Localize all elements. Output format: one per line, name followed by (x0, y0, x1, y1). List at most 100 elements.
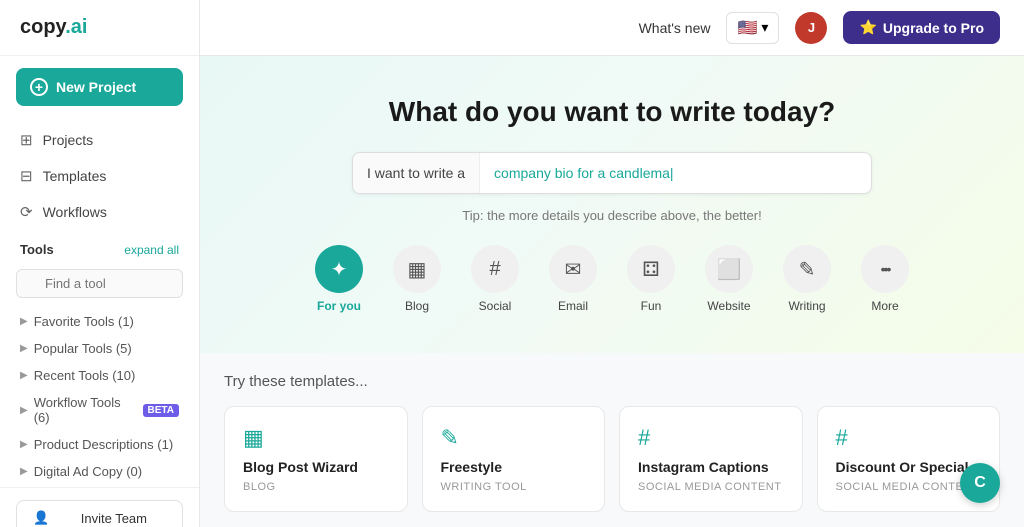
sidebar: copy.ai + New Project ⊞ Projects ⊟ Templ… (0, 0, 200, 527)
whats-new-link[interactable]: What's new (639, 20, 711, 36)
categories-row: ✦ For you ▦ Blog # Social ✉ Email ⚃ (220, 245, 1004, 323)
tool-group-product-label: Product Descriptions (1) (34, 437, 173, 452)
sidebar-bottom: 👤+ Invite Team Members JW Justin's Works… (0, 487, 199, 527)
sidebar-item-templates[interactable]: ⊟ Templates (0, 158, 199, 194)
tool-group-workflow[interactable]: ▶ Workflow Tools (6) BETA (0, 389, 199, 431)
sidebar-nav: ⊞ Projects ⊟ Templates ⟳ Workflows (0, 118, 199, 234)
template-card-instagram[interactable]: # Instagram Captions SOCIAL MEDIA CONTEN… (619, 406, 803, 512)
tool-group-favorite[interactable]: ▶ Favorite Tools (1) (0, 308, 199, 335)
tool-group-product[interactable]: ▶ Product Descriptions (1) (0, 431, 199, 458)
dropdown-chevron-icon: ▾ (761, 19, 768, 36)
website-icon: ⬜ (705, 245, 753, 293)
social-icon: # (471, 245, 519, 293)
invite-icon: 👤+ (31, 510, 52, 527)
logo-area: copy.ai (0, 0, 199, 56)
hero-section: What do you want to write today? I want … (200, 56, 1024, 353)
user-avatar[interactable]: J (795, 12, 827, 44)
category-for-you[interactable]: ✦ For you (314, 245, 364, 313)
templates-section: Try these templates... ▦ Blog Post Wizar… (200, 353, 1024, 527)
tip-text: Tip: the more details you describe above… (220, 208, 1004, 223)
chevron-icon: ▶ (20, 343, 28, 354)
app-logo: copy.ai (20, 16, 87, 39)
tool-group-recent-label: Recent Tools (10) (34, 368, 136, 383)
flag-icon: 🇺🇸 (737, 18, 757, 38)
tool-group-recent[interactable]: ▶ Recent Tools (10) (0, 362, 199, 389)
language-dropdown[interactable]: 🇺🇸 ▾ (726, 12, 779, 44)
template-tag-instagram: SOCIAL MEDIA CONTENT (638, 481, 784, 493)
tool-group-popular-label: Popular Tools (5) (34, 341, 132, 356)
tool-group-workflow-label: Workflow Tools (6) (34, 395, 133, 425)
template-name-instagram: Instagram Captions (638, 459, 784, 475)
new-project-button[interactable]: + New Project (16, 68, 183, 106)
projects-icon: ⊞ (20, 131, 33, 149)
plus-circle-icon: + (30, 78, 48, 96)
topbar: What's new 🇺🇸 ▾ J ⭐ Upgrade to Pro (200, 0, 1024, 56)
chevron-icon: ▶ (20, 370, 28, 381)
for-you-icon: ✦ (315, 245, 363, 293)
sidebar-item-projects[interactable]: ⊞ Projects (0, 122, 199, 158)
more-label: More (871, 299, 898, 313)
write-input-row: I want to write a (352, 152, 872, 194)
content-area: What do you want to write today? I want … (200, 56, 1024, 527)
template-name-blog: Blog Post Wizard (243, 459, 389, 475)
invite-team-button[interactable]: 👤+ Invite Team Members (16, 500, 183, 527)
fun-label: Fun (641, 299, 662, 313)
website-label: Website (707, 299, 750, 313)
templates-icon: ⊟ (20, 167, 33, 185)
projects-label: Projects (43, 132, 94, 148)
templates-label: Templates (43, 168, 107, 184)
hero-title: What do you want to write today? (220, 96, 1004, 128)
category-email[interactable]: ✉ Email (548, 245, 598, 313)
template-card-freestyle[interactable]: ✎ Freestyle WRITING TOOL (422, 406, 606, 512)
social-label: Social (479, 299, 512, 313)
more-icon: ••• (861, 245, 909, 293)
chevron-icon: ▶ (20, 466, 28, 477)
discount-icon: # (836, 425, 982, 451)
freestyle-icon: ✎ (441, 425, 587, 451)
sidebar-item-workflows[interactable]: ⟳ Workflows (0, 194, 199, 230)
chevron-icon: ▶ (20, 405, 28, 416)
user-initials: J (808, 20, 815, 35)
category-fun[interactable]: ⚃ Fun (626, 245, 676, 313)
tool-group-digital-label: Digital Ad Copy (0) (34, 464, 142, 479)
blog-post-wizard-icon: ▦ (243, 425, 389, 451)
write-input[interactable] (480, 153, 871, 193)
category-more[interactable]: ••• More (860, 245, 910, 313)
template-name-freestyle: Freestyle (441, 459, 587, 475)
invite-label: Invite Team Members (60, 511, 168, 527)
category-writing[interactable]: ✎ Writing (782, 245, 832, 313)
blog-label: Blog (405, 299, 429, 313)
category-website[interactable]: ⬜ Website (704, 245, 754, 313)
blog-icon: ▦ (393, 245, 441, 293)
tool-groups: ▶ Favorite Tools (1) ▶ Popular Tools (5)… (0, 306, 199, 487)
upgrade-button[interactable]: ⭐ Upgrade to Pro (843, 11, 1000, 44)
template-name-discount: Discount Or Special... (836, 459, 982, 475)
tool-group-popular[interactable]: ▶ Popular Tools (5) (0, 335, 199, 362)
main-content: What's new 🇺🇸 ▾ J ⭐ Upgrade to Pro What … (200, 0, 1024, 527)
templates-grid: ▦ Blog Post Wizard BLOG ✎ Freestyle WRIT… (224, 406, 1000, 512)
for-you-label: For you (317, 299, 361, 313)
chevron-icon: ▶ (20, 439, 28, 450)
workflows-icon: ⟳ (20, 203, 33, 221)
email-label: Email (558, 299, 588, 313)
template-tag-blog: BLOG (243, 481, 389, 493)
tool-group-digital[interactable]: ▶ Digital Ad Copy (0) (0, 458, 199, 485)
category-blog[interactable]: ▦ Blog (392, 245, 442, 313)
email-icon: ✉ (549, 245, 597, 293)
new-project-label: New Project (56, 79, 136, 95)
chat-label: C (974, 474, 986, 492)
template-card-blog-post-wizard[interactable]: ▦ Blog Post Wizard BLOG (224, 406, 408, 512)
chat-bubble[interactable]: C (960, 463, 1000, 503)
star-icon: ⭐ (859, 19, 876, 36)
chevron-icon: ▶ (20, 316, 28, 327)
expand-all-link[interactable]: expand all (124, 243, 179, 257)
tools-section-header: Tools expand all (0, 234, 199, 265)
workflows-label: Workflows (43, 204, 107, 220)
search-input[interactable] (16, 269, 183, 298)
tools-label: Tools (20, 242, 54, 257)
search-tool-area: 🔍 (0, 265, 199, 306)
tool-group-favorite-label: Favorite Tools (1) (34, 314, 134, 329)
category-social[interactable]: # Social (470, 245, 520, 313)
beta-badge: BETA (143, 404, 179, 417)
template-tag-freestyle: WRITING TOOL (441, 481, 587, 493)
